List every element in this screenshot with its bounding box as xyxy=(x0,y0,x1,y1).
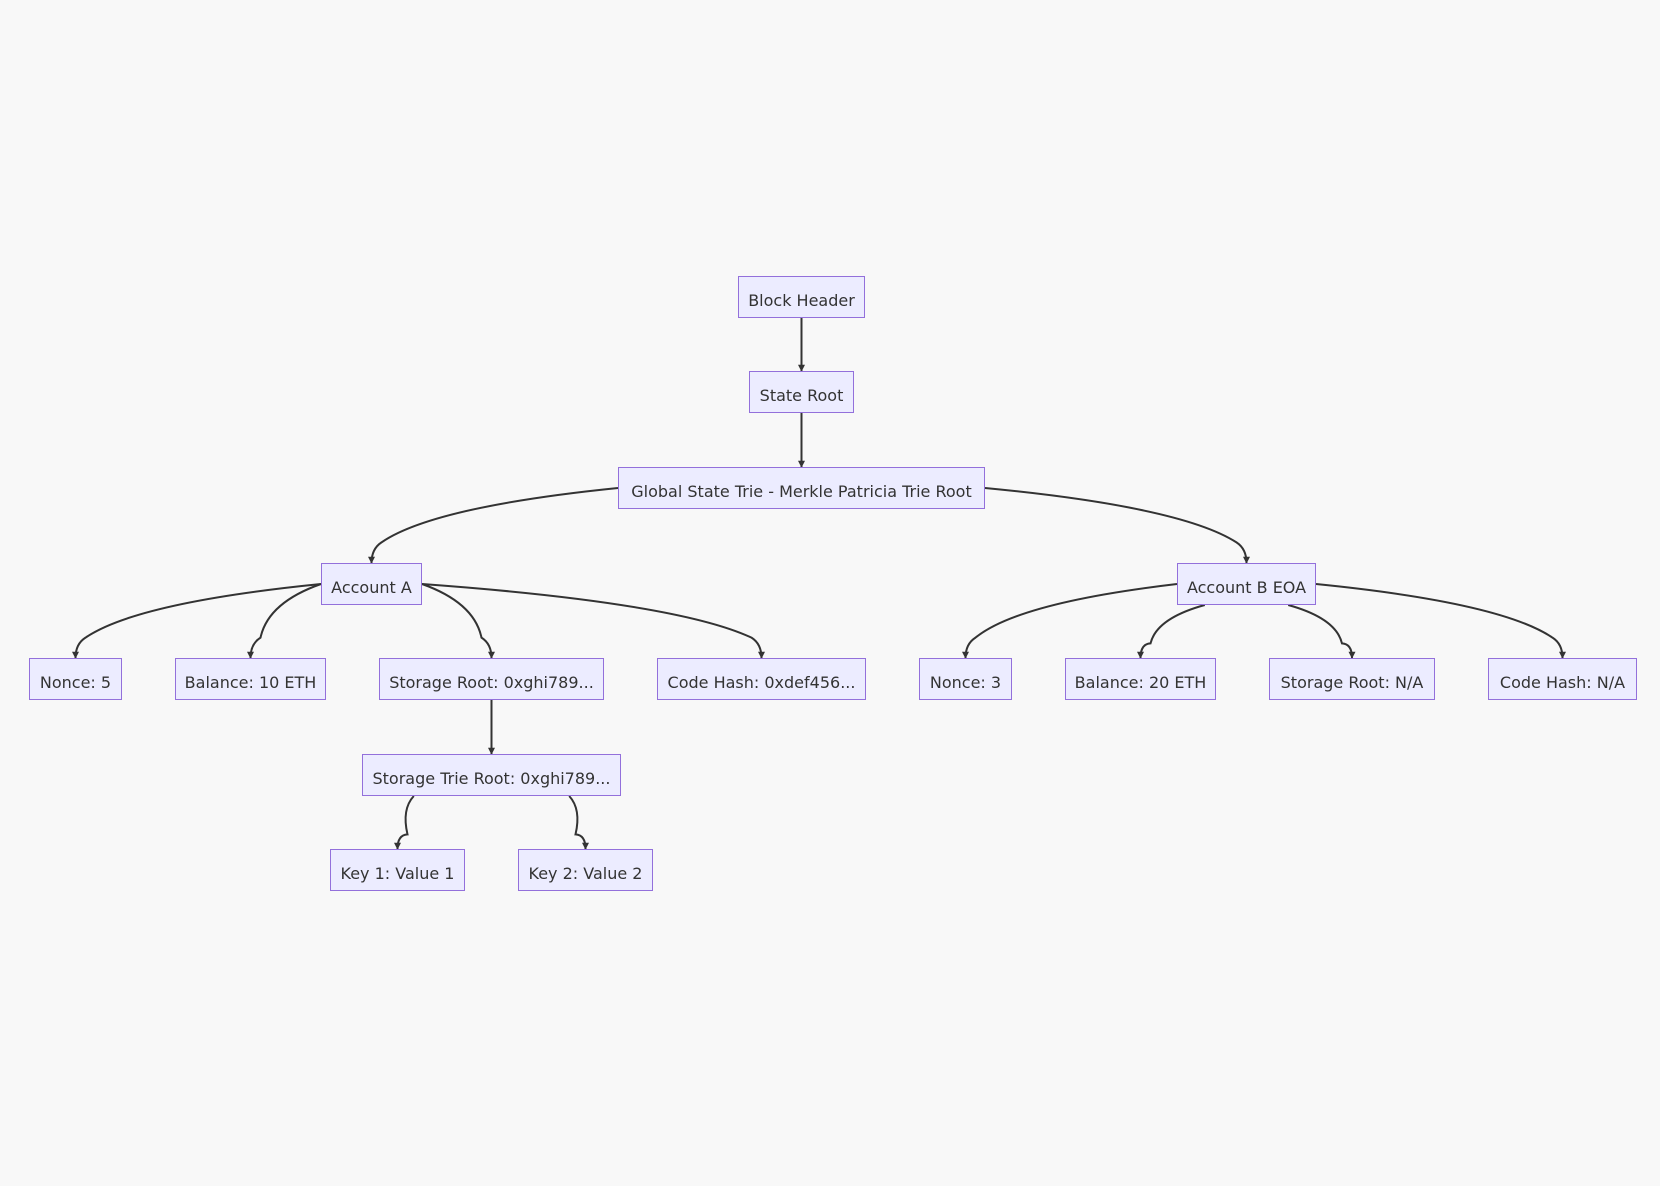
node-storage-trie-root[interactable]: Storage Trie Root: 0xghi789... xyxy=(362,754,621,796)
node-account-a-balance[interactable]: Balance: 10 ETH xyxy=(175,658,326,700)
edge-account-b-to-b-balance xyxy=(1137,604,1206,659)
node-account-a-nonce[interactable]: Nonce: 5 xyxy=(29,658,122,700)
node-state-root[interactable]: State Root xyxy=(749,371,854,413)
node-account-b-code-hash[interactable]: Code Hash: N/A xyxy=(1488,658,1637,700)
edge-account-a-to-a-code-hash xyxy=(421,583,765,659)
node-label: Key 1: Value 1 xyxy=(340,863,455,883)
node-label: Global State Trie - Merkle Patricia Trie… xyxy=(631,481,972,501)
node-label: Key 2: Value 2 xyxy=(528,863,643,883)
node-label: Nonce: 3 xyxy=(929,672,1002,692)
node-storage-key-1[interactable]: Key 1: Value 1 xyxy=(330,849,465,891)
node-account-b-balance[interactable]: Balance: 20 ETH xyxy=(1065,658,1216,700)
node-account-a-storage-root[interactable]: Storage Root: 0xghi789... xyxy=(379,658,604,700)
node-label: Code Hash: 0xdef456... xyxy=(667,672,856,692)
node-account-b-storage-root[interactable]: Storage Root: N/A xyxy=(1269,658,1435,700)
node-block-header[interactable]: Block Header xyxy=(738,276,865,318)
node-account-b-nonce[interactable]: Nonce: 3 xyxy=(919,658,1012,700)
node-account-a-code-hash[interactable]: Code Hash: 0xdef456... xyxy=(657,658,866,700)
edge-account-b-to-b-code-hash xyxy=(1315,583,1566,659)
node-label: Account A xyxy=(331,577,412,597)
edge-account-b-to-b-storage-root xyxy=(1287,604,1356,659)
node-label: Storage Trie Root: 0xghi789... xyxy=(372,768,611,788)
edge-account-a-to-a-storage-root xyxy=(421,583,495,659)
node-global-state-trie[interactable]: Global State Trie - Merkle Patricia Trie… xyxy=(618,467,985,509)
node-label: Storage Root: N/A xyxy=(1280,672,1424,692)
node-label: Block Header xyxy=(748,290,855,310)
node-label: Storage Root: 0xghi789... xyxy=(389,672,594,692)
edge-global-state-trie-to-account-a xyxy=(368,487,619,564)
node-label: Balance: 20 ETH xyxy=(1074,672,1207,692)
node-label: Account B EOA xyxy=(1186,577,1307,597)
edge-account-b-to-b-nonce xyxy=(962,583,1178,659)
node-storage-key-2[interactable]: Key 2: Value 2 xyxy=(518,849,653,891)
node-label: Nonce: 5 xyxy=(39,672,112,692)
edge-global-state-trie-to-account-b xyxy=(984,487,1250,564)
edge-account-a-to-a-nonce xyxy=(72,583,322,659)
node-label: Balance: 10 ETH xyxy=(184,672,317,692)
node-account-b[interactable]: Account B EOA xyxy=(1177,563,1316,605)
node-label: State Root xyxy=(759,385,844,405)
edge-storage-trie-root-to-key2 xyxy=(568,795,589,850)
node-account-a[interactable]: Account A xyxy=(321,563,422,605)
edges-layer xyxy=(72,318,1566,850)
edge-storage-trie-root-to-key1 xyxy=(394,795,415,850)
edge-account-a-to-a-balance xyxy=(247,583,322,659)
node-label: Code Hash: N/A xyxy=(1499,672,1626,692)
